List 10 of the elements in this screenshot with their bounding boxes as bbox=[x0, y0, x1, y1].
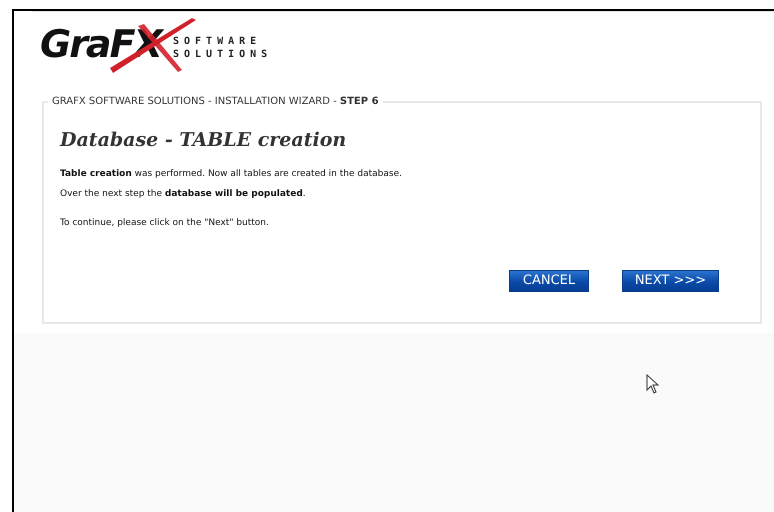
instruction-text: Table creation was performed. Now all tables are created in the database. bbox=[60, 169, 403, 179]
next-button[interactable]: NEXT >>> bbox=[622, 270, 719, 292]
instruction-text: To continue, please click on the "Next" button. bbox=[60, 218, 270, 228]
logo-tagline: SOFTWARE bbox=[173, 36, 262, 48]
instruction-text: Over the next step the database will be populated. bbox=[60, 189, 307, 199]
cancel-button[interactable]: CANCEL bbox=[509, 270, 589, 292]
cursor-icon bbox=[646, 374, 660, 394]
step-heading: Database - TABLE creation bbox=[60, 129, 348, 151]
wizard-legend: GRAFX SOFTWARE SOLUTIONS - INSTALLATION WIZARD - STEP 6 bbox=[48, 96, 383, 107]
logo-tagline: SOLUTIONS bbox=[173, 49, 272, 61]
